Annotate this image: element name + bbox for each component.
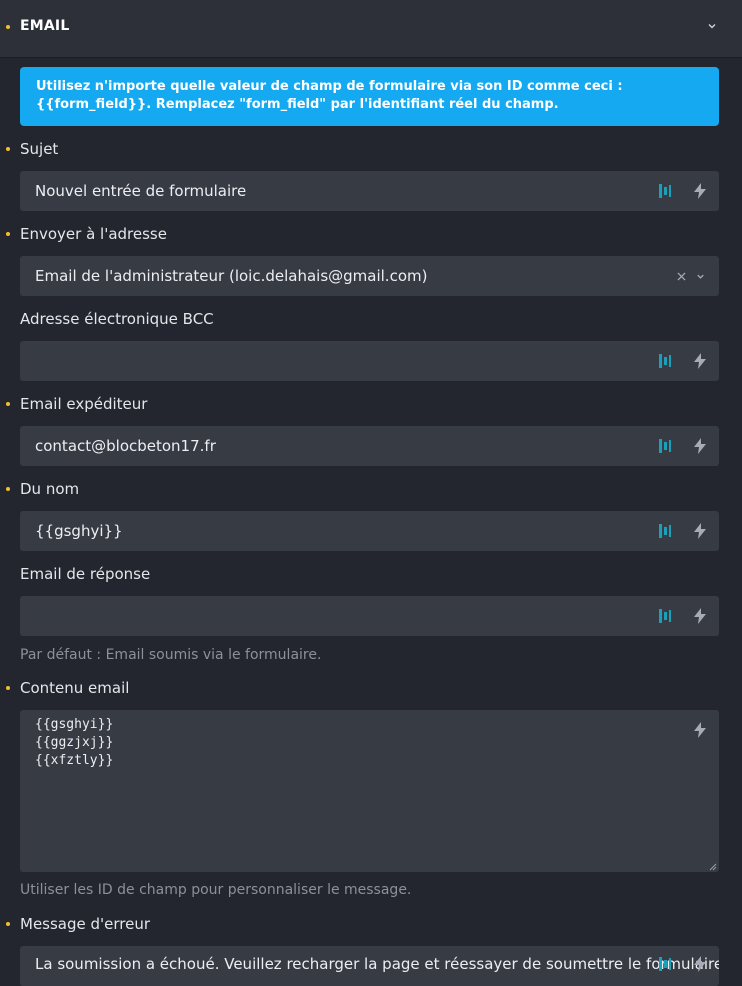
error-message-value: La soumission a échoué. Veuillez recharg… (35, 955, 719, 973)
resize-handle-icon[interactable] (709, 863, 717, 871)
lightning-icon[interactable] (694, 353, 706, 369)
info-box: Utilisez n'importe quelle valeur de cham… (20, 67, 719, 126)
from-name-value: {{gsghyi}} (35, 522, 123, 540)
bcc-field[interactable] (20, 341, 719, 381)
clear-x-icon[interactable] (677, 272, 686, 281)
lightning-icon[interactable] (694, 956, 706, 972)
dynamic-data-icon[interactable] (658, 183, 672, 199)
bcc-label: Adresse électronique BCC (20, 310, 214, 328)
lightning-icon[interactable] (694, 438, 706, 454)
required-dot (6, 402, 10, 406)
required-dot (6, 922, 10, 926)
lightning-icon[interactable] (694, 608, 706, 624)
dynamic-data-icon[interactable] (658, 608, 672, 624)
reply-to-hint: Par défaut : Email soumis via le formula… (20, 647, 322, 663)
from-name-label: Du nom (20, 480, 80, 498)
required-dot (6, 232, 10, 236)
dynamic-data-icon[interactable] (658, 523, 672, 539)
from-email-label: Email expéditeur (20, 395, 148, 413)
subject-label: Sujet (20, 140, 59, 158)
required-dot (6, 147, 10, 151)
reply-to-label: Email de réponse (20, 565, 151, 583)
dynamic-data-icon[interactable] (658, 353, 672, 369)
content-label: Contenu email (20, 679, 130, 697)
send-to-value: Email de l'administrateur (loic.delahais… (35, 267, 428, 285)
lightning-icon[interactable] (694, 722, 706, 738)
lightning-icon[interactable] (694, 523, 706, 539)
chevron-down-icon[interactable] (695, 271, 706, 282)
from-email-value: contact@blocbeton17.fr (35, 437, 216, 455)
required-dot (6, 487, 10, 491)
from-name-field[interactable]: {{gsghyi}} (20, 511, 719, 551)
dynamic-data-icon[interactable] (658, 956, 672, 972)
content-textarea[interactable]: {{gsghyi}} {{ggzjxj}} {{xfztly}} (20, 710, 719, 872)
from-email-field[interactable]: contact@blocbeton17.fr (20, 426, 719, 466)
section-title: EMAIL (20, 18, 70, 34)
error-message-field[interactable]: La soumission a échoué. Veuillez recharg… (20, 946, 719, 986)
send-to-label: Envoyer à l'adresse (20, 225, 167, 243)
required-dot (6, 25, 10, 29)
dynamic-data-icon[interactable] (658, 438, 672, 454)
subject-field[interactable]: Nouvel entrée de formulaire (20, 171, 719, 211)
reply-to-field[interactable] (20, 596, 719, 636)
send-to-select[interactable]: Email de l'administrateur (loic.delahais… (20, 256, 719, 296)
subject-value: Nouvel entrée de formulaire (35, 182, 247, 200)
error-message-label: Message d'erreur (20, 915, 151, 933)
required-dot (6, 686, 10, 690)
email-section-header[interactable]: EMAIL (0, 0, 742, 58)
chevron-down-icon[interactable] (706, 20, 718, 32)
lightning-icon[interactable] (694, 183, 706, 199)
content-hint: Utiliser les ID de champ pour personnali… (20, 882, 412, 898)
